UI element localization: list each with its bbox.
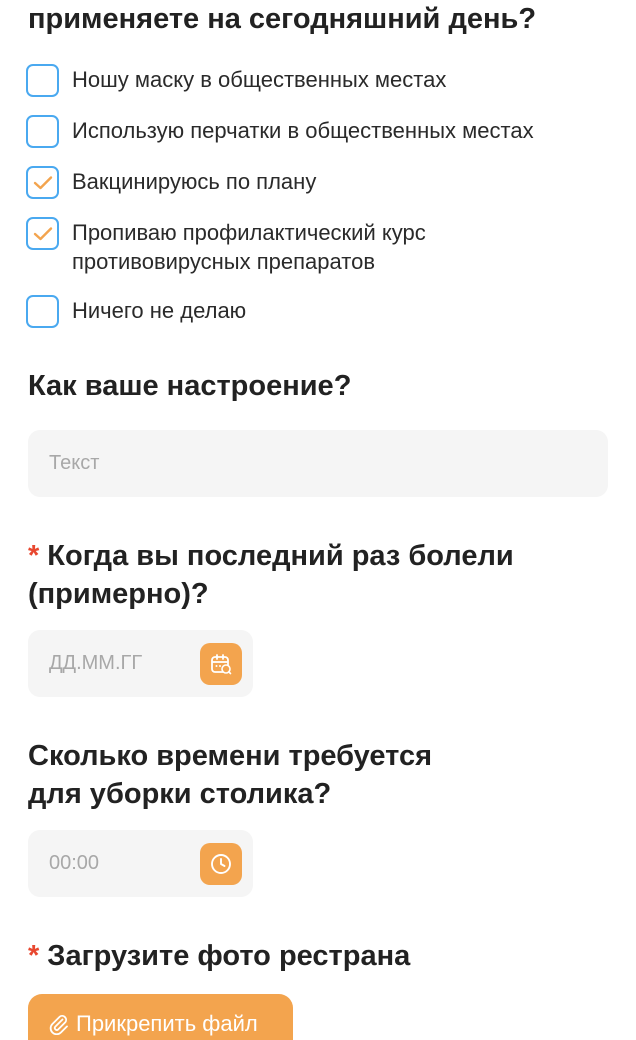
question-title-line: Когда вы последний раз болели [47,540,514,572]
time-input[interactable]: 00:00 [28,830,253,897]
question-title-text: Загрузите фото рестрана [47,940,411,972]
question-mood-title: Как ваше настроение? [28,367,351,405]
mood-text-input[interactable]: Текст [28,430,608,497]
date-input[interactable]: ДД.ММ.ГГ [28,630,253,697]
question-title-line: применяете на сегодняшний день? [28,3,537,35]
option-vaccinate[interactable]: Вакцинируюсь по плану [26,166,316,199]
option-nothing[interactable]: Ничего не делаю [26,295,246,328]
question-last-ill-title: * Когда вы последний раз болели (примерно… [28,537,514,613]
question-title-line: (примерно)? [28,578,209,610]
input-placeholder: 00:00 [49,852,100,874]
option-label: Ношу маску в общественных местах [72,67,447,92]
checkbox[interactable] [26,115,59,148]
input-placeholder: Текст [49,452,100,474]
input-placeholder: ДД.ММ.ГГ [49,652,143,674]
option-mask[interactable]: Ношу маску в общественных местах [26,64,446,97]
required-mark: * [28,940,40,972]
checkbox[interactable] [26,64,59,97]
question-title-line: Сколько времени требуется [28,740,433,772]
checkbox-checked[interactable] [26,166,59,199]
checkmark-icon [33,175,52,189]
option-label: Использую перчатки в общественных местах [72,118,534,143]
checkbox-checked[interactable] [26,217,59,250]
question-prevention-title: применяете на сегодняшний день? [28,0,536,38]
checkmark-icon [33,226,52,240]
required-mark: * [28,540,40,572]
option-label: Пропиваю профилактический курс противови… [72,220,426,274]
option-antiviral[interactable]: Пропиваю профилактический курс противови… [26,217,512,276]
option-gloves[interactable]: Использую перчатки в общественных местах [26,115,534,148]
option-label: Вакцинируюсь по плану [72,169,317,194]
attach-file-button[interactable]: Прикрепить файл [28,994,293,1040]
option-label: Ничего не делаю [72,298,247,323]
question-title-text: Как ваше настроение? [28,370,352,402]
question-title-line: для уборки столика? [28,778,332,810]
checkbox[interactable] [26,295,59,328]
calendar-icon[interactable] [200,642,242,685]
question-photo-title: * Загрузите фото рестрана [28,937,410,975]
paperclip-icon [48,1013,70,1035]
question-cleaning-title: Сколько времени требуется для уборки сто… [28,737,432,813]
attach-file-label: Прикрепить файл [76,1011,258,1036]
clock-icon[interactable] [200,842,242,885]
